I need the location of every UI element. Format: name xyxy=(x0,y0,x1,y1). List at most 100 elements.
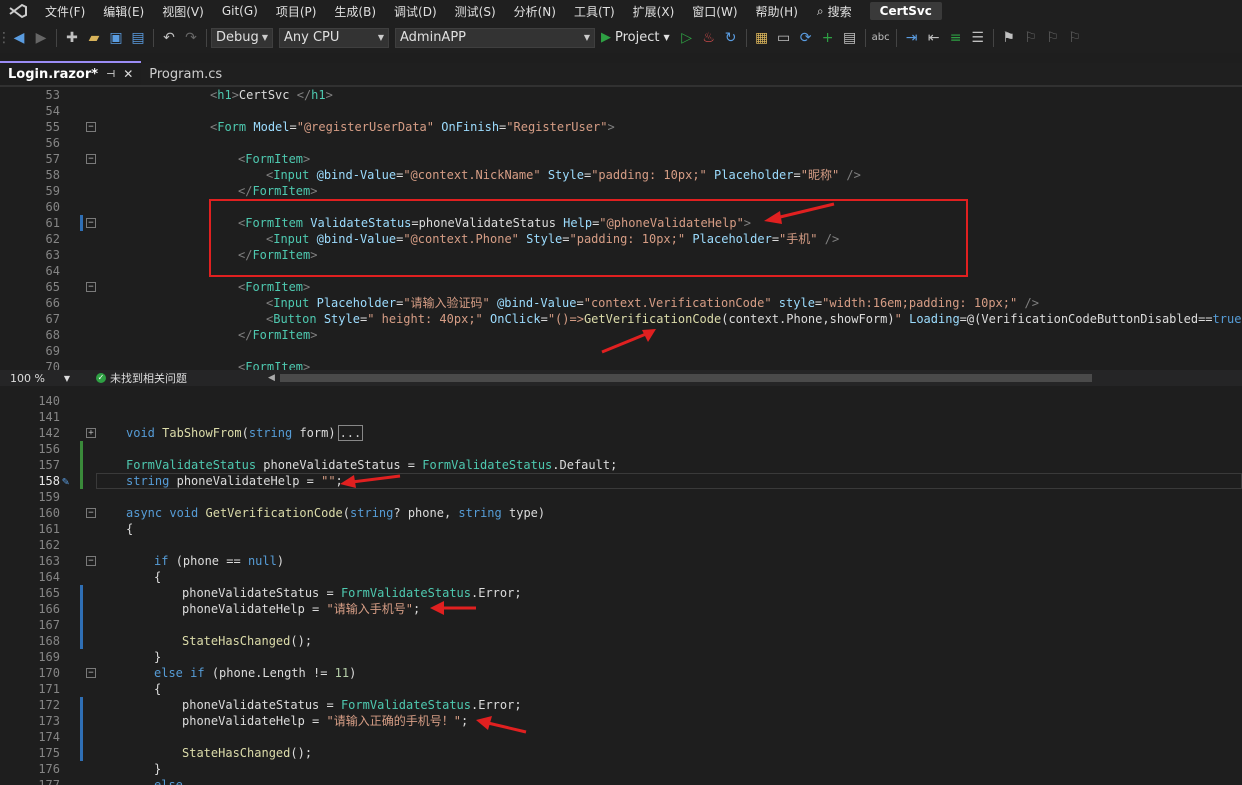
play-icon: ▶ xyxy=(601,30,611,45)
zoom-value: 100 % xyxy=(10,371,45,385)
visual-studio-logo-icon[interactable] xyxy=(0,0,36,22)
indent-icon[interactable]: ⇥ xyxy=(901,27,923,49)
horizontal-scrollbar[interactable] xyxy=(280,374,1092,382)
close-icon[interactable]: ✕ xyxy=(123,67,133,81)
line-number: 67 xyxy=(45,312,60,326)
line-number: 176 xyxy=(38,762,60,776)
collapse-icon[interactable]: − xyxy=(86,556,96,566)
navigate-forward-icon[interactable]: ▶ xyxy=(30,27,52,49)
toolbar-separator xyxy=(206,28,207,47)
tab-login-razor[interactable]: Login.razor* ⊣ ✕ xyxy=(0,61,142,85)
change-marker xyxy=(80,697,83,713)
code-line: 175 StateHasChanged(); xyxy=(0,745,1242,761)
navigate-back-icon[interactable]: ◀ xyxy=(8,27,30,49)
line-number: 70 xyxy=(45,360,60,370)
save-all-icon[interactable]: ▤ xyxy=(127,27,149,49)
refresh-icon[interactable]: ↻ xyxy=(720,27,742,49)
change-marker xyxy=(80,441,83,457)
collapse-icon[interactable]: − xyxy=(86,122,96,132)
change-marker xyxy=(80,617,83,633)
menu-test[interactable]: 测试(S) xyxy=(446,3,505,20)
menu-analyze[interactable]: 分析(N) xyxy=(505,3,565,20)
menu-file[interactable]: 文件(F) xyxy=(36,3,94,20)
code-line: 55− <Form Model="@registerUserData" OnFin… xyxy=(0,119,1242,135)
start-debugging-button[interactable]: ▶ Project ▼ xyxy=(601,30,670,45)
new-item-icon[interactable]: ✚ xyxy=(61,27,83,49)
scroll-left-icon[interactable]: ◀ xyxy=(268,373,275,383)
search-label: 搜索 xyxy=(827,4,852,19)
menu-view[interactable]: 视图(V) xyxy=(153,3,213,20)
annotation-arrow-icon xyxy=(601,329,656,354)
line-number: 159 xyxy=(38,490,60,504)
tab-label: Login.razor* xyxy=(8,66,99,82)
tab-program-cs[interactable]: Program.cs xyxy=(141,63,230,85)
collapse-icon[interactable]: − xyxy=(86,508,96,518)
line-number: 174 xyxy=(38,730,60,744)
change-marker xyxy=(80,713,83,729)
add-icon[interactable]: + xyxy=(817,27,839,49)
comment-icon[interactable]: ≡ xyxy=(945,27,967,49)
line-number: 60 xyxy=(45,200,60,214)
layout-icon[interactable]: ▭ xyxy=(773,27,795,49)
collapse-icon[interactable]: − xyxy=(86,154,96,164)
edit-brush-icon[interactable]: ✎ xyxy=(62,473,69,489)
platform-value: Any CPU xyxy=(284,30,340,45)
menu-git[interactable]: Git(G) xyxy=(213,4,267,18)
collapse-icon[interactable]: − xyxy=(86,218,96,228)
menu-extensions[interactable]: 扩展(X) xyxy=(624,3,684,20)
tab-label: Program.cs xyxy=(149,66,223,82)
bookmark-next-icon[interactable]: ⚐ xyxy=(1042,27,1064,49)
toolbar-grip-icon: ⋮ xyxy=(0,29,11,46)
line-number: 163 xyxy=(38,554,60,568)
menu-project[interactable]: 项目(P) xyxy=(267,3,326,20)
search-button[interactable]: ⌕ 搜索 xyxy=(807,3,862,20)
outdent-icon[interactable]: ⇤ xyxy=(923,27,945,49)
editor-pane-bottom[interactable]: 140 141 142 + void TabShowFrom(string form… xyxy=(0,392,1242,785)
pin-icon[interactable]: ⊣ xyxy=(106,69,115,80)
menu-help[interactable]: 帮助(H) xyxy=(747,3,807,20)
bookmark-icon[interactable]: ⚑ xyxy=(998,27,1020,49)
spell-check-icon[interactable]: abc xyxy=(870,27,892,49)
code-line: 177 else xyxy=(0,777,1242,785)
menu-build[interactable]: 生成(B) xyxy=(325,3,385,20)
menu-tools[interactable]: 工具(T) xyxy=(565,3,624,20)
change-marker xyxy=(80,729,83,745)
menu-edit[interactable]: 编辑(E) xyxy=(94,3,153,20)
open-file-icon[interactable]: ▰ xyxy=(83,27,105,49)
annotation-arrow-icon xyxy=(476,716,527,734)
hot-reload-icon[interactable]: ♨ xyxy=(698,27,720,49)
collapse-icon[interactable]: − xyxy=(86,668,96,678)
browser-link-icon[interactable]: ▦ xyxy=(751,27,773,49)
toolbar-separator xyxy=(153,28,154,47)
code-line: 56 xyxy=(0,135,1242,151)
line-number: 166 xyxy=(38,602,60,616)
issues-indicator[interactable]: ✓ 未找到相关问题 xyxy=(96,370,187,386)
document-icon[interactable]: ▤ xyxy=(839,27,861,49)
uncomment-icon[interactable]: ☰ xyxy=(967,27,989,49)
bookmark-prev-icon[interactable]: ⚐ xyxy=(1020,27,1042,49)
code-line: 67 <Button Style=" height: 40px;" OnClick… xyxy=(0,311,1242,327)
menu-window[interactable]: 窗口(W) xyxy=(683,3,746,20)
bookmark-clear-icon[interactable]: ⚐ xyxy=(1064,27,1086,49)
save-icon[interactable]: ▣ xyxy=(105,27,127,49)
line-number: 66 xyxy=(45,296,60,310)
platform-select[interactable]: Any CPU ▼ xyxy=(279,27,389,48)
undo-icon[interactable]: ↶ xyxy=(158,27,180,49)
document-tab-bar: Login.razor* ⊣ ✕ Program.cs xyxy=(0,61,1242,87)
line-number: 142 xyxy=(38,426,60,440)
configuration-select[interactable]: Debug ▼ xyxy=(211,27,273,48)
redo-icon[interactable]: ↷ xyxy=(180,27,202,49)
line-number: 56 xyxy=(45,136,60,150)
expand-icon[interactable]: + xyxy=(86,428,96,438)
code-line: 59 </FormItem> xyxy=(0,183,1242,199)
code-line: 166 phoneValidateHelp = "请输入手机号"; xyxy=(0,601,1242,617)
collapse-icon[interactable]: − xyxy=(86,282,96,292)
start-without-debugging-icon[interactable]: ▷ xyxy=(676,27,698,49)
sync-icon[interactable]: ⟳ xyxy=(795,27,817,49)
menu-debug[interactable]: 调试(D) xyxy=(385,3,446,20)
startup-project-select[interactable]: AdminAPP ▼ xyxy=(395,27,595,48)
zoom-select[interactable]: 100 % ▼ xyxy=(0,372,78,385)
line-number: 172 xyxy=(38,698,60,712)
toolbar-separator xyxy=(745,28,747,47)
code-line: 163− if (phone == null) xyxy=(0,553,1242,569)
